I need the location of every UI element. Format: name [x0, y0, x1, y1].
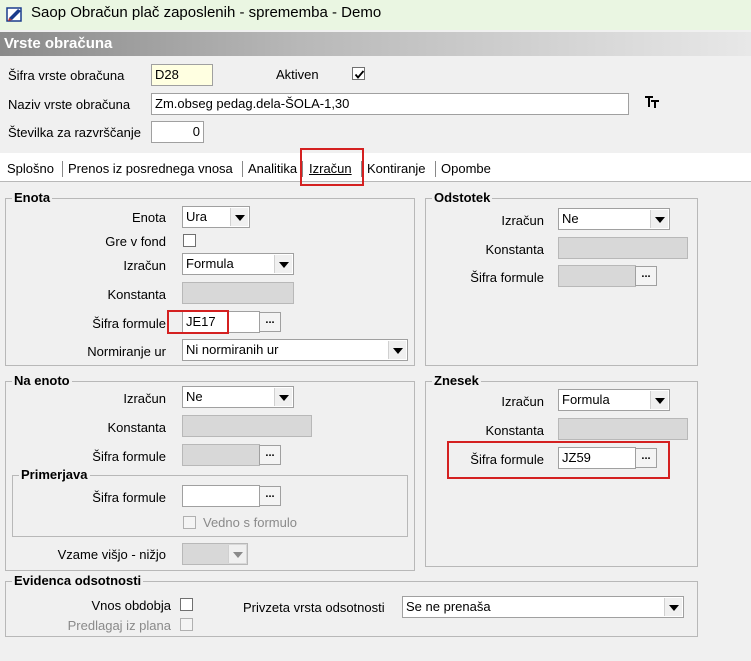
- vnos-obdobja-label: Vnos obdobja: [91, 598, 171, 613]
- enota-sifra-formule-label: Šifra formule: [92, 316, 166, 331]
- odstotek-sifra-formule-input[interactable]: [558, 265, 636, 287]
- vedno-s-formulo-label: Vedno s formulo: [203, 515, 297, 530]
- znesek-izracun-value: Formula: [562, 392, 610, 407]
- tab-prenos[interactable]: Prenos iz posrednega vnosa: [68, 161, 233, 176]
- enota-izracun-select[interactable]: Formula: [182, 253, 294, 275]
- na-enoto-izracun-label: Izračun: [123, 391, 166, 406]
- na-enoto-konstanta-input[interactable]: [182, 415, 312, 437]
- enota-formula-browse-button[interactable]: ...: [259, 312, 281, 332]
- naziv-vrste-label: Naziv vrste obračuna: [8, 97, 131, 112]
- odstotek-konstanta-label: Konstanta: [485, 242, 544, 257]
- tab-opombe[interactable]: Opombe: [441, 161, 491, 176]
- odstotek-konstanta-input[interactable]: [558, 237, 688, 259]
- privzeta-label: Privzeta vrsta odsotnosti: [243, 600, 385, 615]
- vnos-obdobja-checkbox[interactable]: [180, 598, 193, 611]
- znesek-izracun-select[interactable]: Formula: [558, 389, 670, 411]
- gre-v-fond-label: Gre v fond: [105, 234, 166, 249]
- na-enoto-konstanta-label: Konstanta: [107, 420, 166, 435]
- group-enota-title: Enota: [12, 190, 53, 205]
- naziv-vrste-input[interactable]: Zm.obseg pedag.dela-ŠOLA-1,30: [151, 93, 629, 115]
- chevron-down-icon[interactable]: [650, 391, 668, 409]
- vzame-select[interactable]: [182, 543, 248, 565]
- group-primerjava-title: Primerjava: [19, 467, 90, 482]
- group-odstotek-title: Odstotek: [432, 190, 493, 205]
- na-enoto-sifra-formule-input[interactable]: [182, 444, 260, 466]
- sifra-vrste-input[interactable]: D28: [151, 64, 213, 86]
- window-title: Saop Obračun plač zaposlenih - sprememba…: [31, 4, 382, 21]
- sifra-vrste-label: Šifra vrste obračuna: [8, 68, 125, 83]
- enota-label: Enota: [132, 210, 166, 225]
- odstotek-izracun-label: Izračun: [501, 213, 544, 228]
- tab-separator: [435, 161, 436, 177]
- highlight-tab-izracun: [300, 148, 364, 186]
- znesek-konstanta-input[interactable]: [558, 418, 688, 440]
- stevilka-input[interactable]: 0: [151, 121, 204, 143]
- group-evidenca-title: Evidenca odsotnosti: [12, 573, 144, 588]
- enota-izracun-value: Formula: [186, 256, 234, 271]
- enota-select-value: Ura: [186, 209, 207, 224]
- enota-izracun-label: Izračun: [123, 258, 166, 273]
- odstotek-sifra-formule-label: Šifra formule: [470, 270, 544, 285]
- primerjava-formula-browse-button[interactable]: ...: [259, 486, 281, 506]
- privzeta-value: Se ne prenaša: [406, 599, 491, 614]
- group-znesek-title: Znesek: [432, 373, 481, 388]
- vzame-label: Vzame višjo - nižjo: [57, 547, 166, 562]
- highlight-je17: [167, 310, 229, 334]
- odstotek-izracun-select[interactable]: Ne: [558, 208, 670, 230]
- enota-konstanta-label: Konstanta: [107, 287, 166, 302]
- predlagaj-checkbox[interactable]: [180, 618, 193, 631]
- font-icon[interactable]: [644, 94, 660, 110]
- primerjava-sifra-formule-label: Šifra formule: [92, 490, 166, 505]
- section-header: Vrste obračuna: [0, 32, 751, 56]
- na-enoto-izracun-select[interactable]: Ne: [182, 386, 294, 408]
- znesek-konstanta-label: Konstanta: [485, 423, 544, 438]
- gre-v-fond-checkbox[interactable]: [183, 234, 196, 247]
- stevilka-label: Številka za razvrščanje: [8, 125, 141, 140]
- app-icon: [6, 7, 22, 22]
- section-title: Vrste obračuna: [4, 35, 113, 52]
- check-icon: [354, 70, 365, 79]
- chevron-down-icon[interactable]: [388, 341, 406, 359]
- tab-separator: [242, 161, 243, 177]
- enota-select[interactable]: Ura: [182, 206, 250, 228]
- tab-bar: Splošno Prenos iz posrednega vnosa Anali…: [0, 153, 751, 182]
- chevron-down-icon[interactable]: [274, 388, 292, 406]
- normiranje-value: Ni normiranih ur: [186, 342, 279, 357]
- window-titlebar: Saop Obračun plač zaposlenih - sprememba…: [0, 0, 751, 30]
- na-enoto-formula-browse-button[interactable]: ...: [259, 445, 281, 465]
- enota-konstanta-input[interactable]: [182, 282, 294, 304]
- predlagaj-label: Predlagaj iz plana: [67, 618, 171, 633]
- chevron-down-icon[interactable]: [664, 598, 682, 616]
- na-enoto-sifra-formule-label: Šifra formule: [92, 449, 166, 464]
- tab-separator: [62, 161, 63, 177]
- aktiven-label: Aktiven: [276, 67, 319, 82]
- tab-splosno[interactable]: Splošno: [7, 161, 54, 176]
- primerjava-sifra-formule-input[interactable]: [182, 485, 260, 507]
- chevron-down-icon[interactable]: [230, 208, 248, 226]
- tab-kontiranje[interactable]: Kontiranje: [367, 161, 426, 176]
- znesek-izracun-label: Izračun: [501, 394, 544, 409]
- odstotek-formula-browse-button[interactable]: ...: [635, 266, 657, 286]
- aktiven-checkbox[interactable]: [352, 67, 365, 80]
- vedno-s-formulo-checkbox[interactable]: [183, 516, 196, 529]
- chevron-down-icon[interactable]: [650, 210, 668, 228]
- tab-analitika[interactable]: Analitika: [248, 161, 297, 176]
- normiranje-select[interactable]: Ni normiranih ur: [182, 339, 408, 361]
- group-na-enoto-title: Na enoto: [12, 373, 72, 388]
- na-enoto-izracun-value: Ne: [186, 389, 203, 404]
- normiranje-label: Normiranje ur: [87, 344, 166, 359]
- chevron-down-icon[interactable]: [274, 255, 292, 273]
- privzeta-select[interactable]: Se ne prenaša: [402, 596, 684, 618]
- odstotek-izracun-value: Ne: [562, 211, 579, 226]
- highlight-jz59: [447, 441, 670, 479]
- chevron-down-icon[interactable]: [228, 545, 246, 563]
